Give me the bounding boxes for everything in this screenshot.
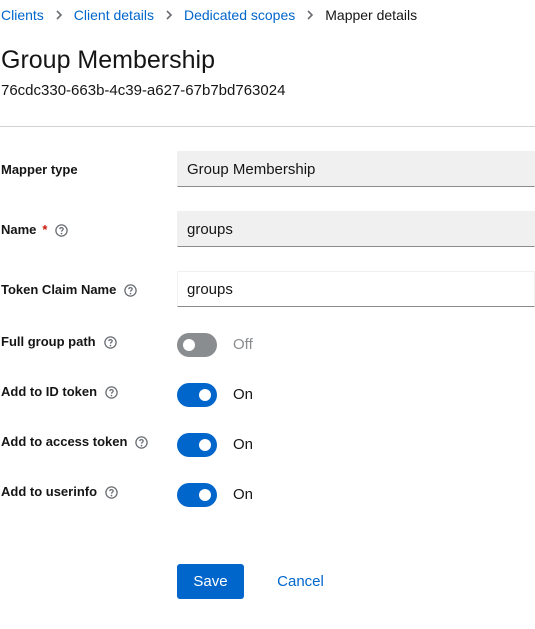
token-claim-name-label-text: Token Claim Name — [1, 282, 117, 297]
add-to-access-token-label: Add to access token — [1, 433, 149, 451]
mapper-type-field: Group Membership — [177, 151, 535, 187]
breadcrumb: Clients Client details Dedicated scopes … — [1, 6, 417, 24]
full-group-path-toggle[interactable] — [177, 333, 217, 357]
help-circle-icon[interactable] — [124, 283, 138, 297]
add-to-userinfo-toggle[interactable] — [177, 483, 217, 507]
add-to-access-token-state: On — [233, 436, 254, 453]
chevron-right-icon — [44, 6, 74, 24]
required-indicator: * — [42, 222, 48, 237]
full-group-path-label-text: Full group path — [1, 334, 96, 349]
toggle-knob — [199, 489, 211, 501]
chevron-right-icon — [154, 6, 184, 24]
add-to-id-token-label: Add to ID token — [1, 383, 118, 401]
add-to-access-token-label-text: Add to access token — [1, 434, 128, 449]
help-circle-icon[interactable] — [103, 335, 117, 349]
full-group-path-state: Off — [233, 336, 253, 353]
add-to-id-token-toggle[interactable] — [177, 383, 217, 407]
breadcrumb-dedicated-scopes[interactable]: Dedicated scopes — [184, 6, 295, 24]
add-to-access-token-toggle[interactable] — [177, 433, 217, 457]
add-to-userinfo-label-text: Add to userinfo — [1, 484, 98, 499]
token-claim-name-label: Token Claim Name — [1, 281, 138, 299]
name-label: Name * — [1, 221, 69, 239]
cancel-button[interactable]: Cancel — [262, 564, 339, 599]
toggle-knob — [183, 339, 195, 351]
help-circle-icon[interactable] — [105, 485, 118, 499]
save-button[interactable]: Save — [177, 564, 244, 599]
mapper-id: 76cdc330-663b-4c39-a627-67b7bd763024 — [1, 82, 286, 99]
header-divider — [0, 126, 535, 127]
name-label-text: Name — [1, 222, 37, 237]
help-circle-icon[interactable] — [55, 223, 69, 237]
mapper-type-label: Mapper type — [1, 161, 78, 179]
breadcrumb-client-details[interactable]: Client details — [74, 6, 154, 24]
help-circle-icon[interactable] — [135, 435, 149, 449]
breadcrumb-clients[interactable]: Clients — [1, 6, 44, 24]
add-to-id-token-state: On — [233, 386, 254, 403]
mapper-type-label-text: Mapper type — [1, 162, 78, 177]
toggle-knob — [199, 439, 211, 451]
help-circle-icon[interactable] — [105, 385, 118, 399]
toggle-knob — [199, 389, 211, 401]
add-to-id-token-label-text: Add to ID token — [1, 384, 98, 399]
mapper-details-page: Clients Client details Dedicated scopes … — [0, 0, 535, 629]
page-title: Group Membership — [1, 46, 215, 74]
token-claim-name-input[interactable]: groups — [177, 271, 535, 307]
add-to-userinfo-state: On — [233, 486, 254, 503]
add-to-userinfo-label: Add to userinfo — [1, 483, 118, 501]
chevron-right-icon — [295, 6, 325, 24]
breadcrumb-current: Mapper details — [325, 7, 418, 23]
full-group-path-label: Full group path — [1, 333, 117, 351]
name-field: groups — [177, 211, 535, 247]
